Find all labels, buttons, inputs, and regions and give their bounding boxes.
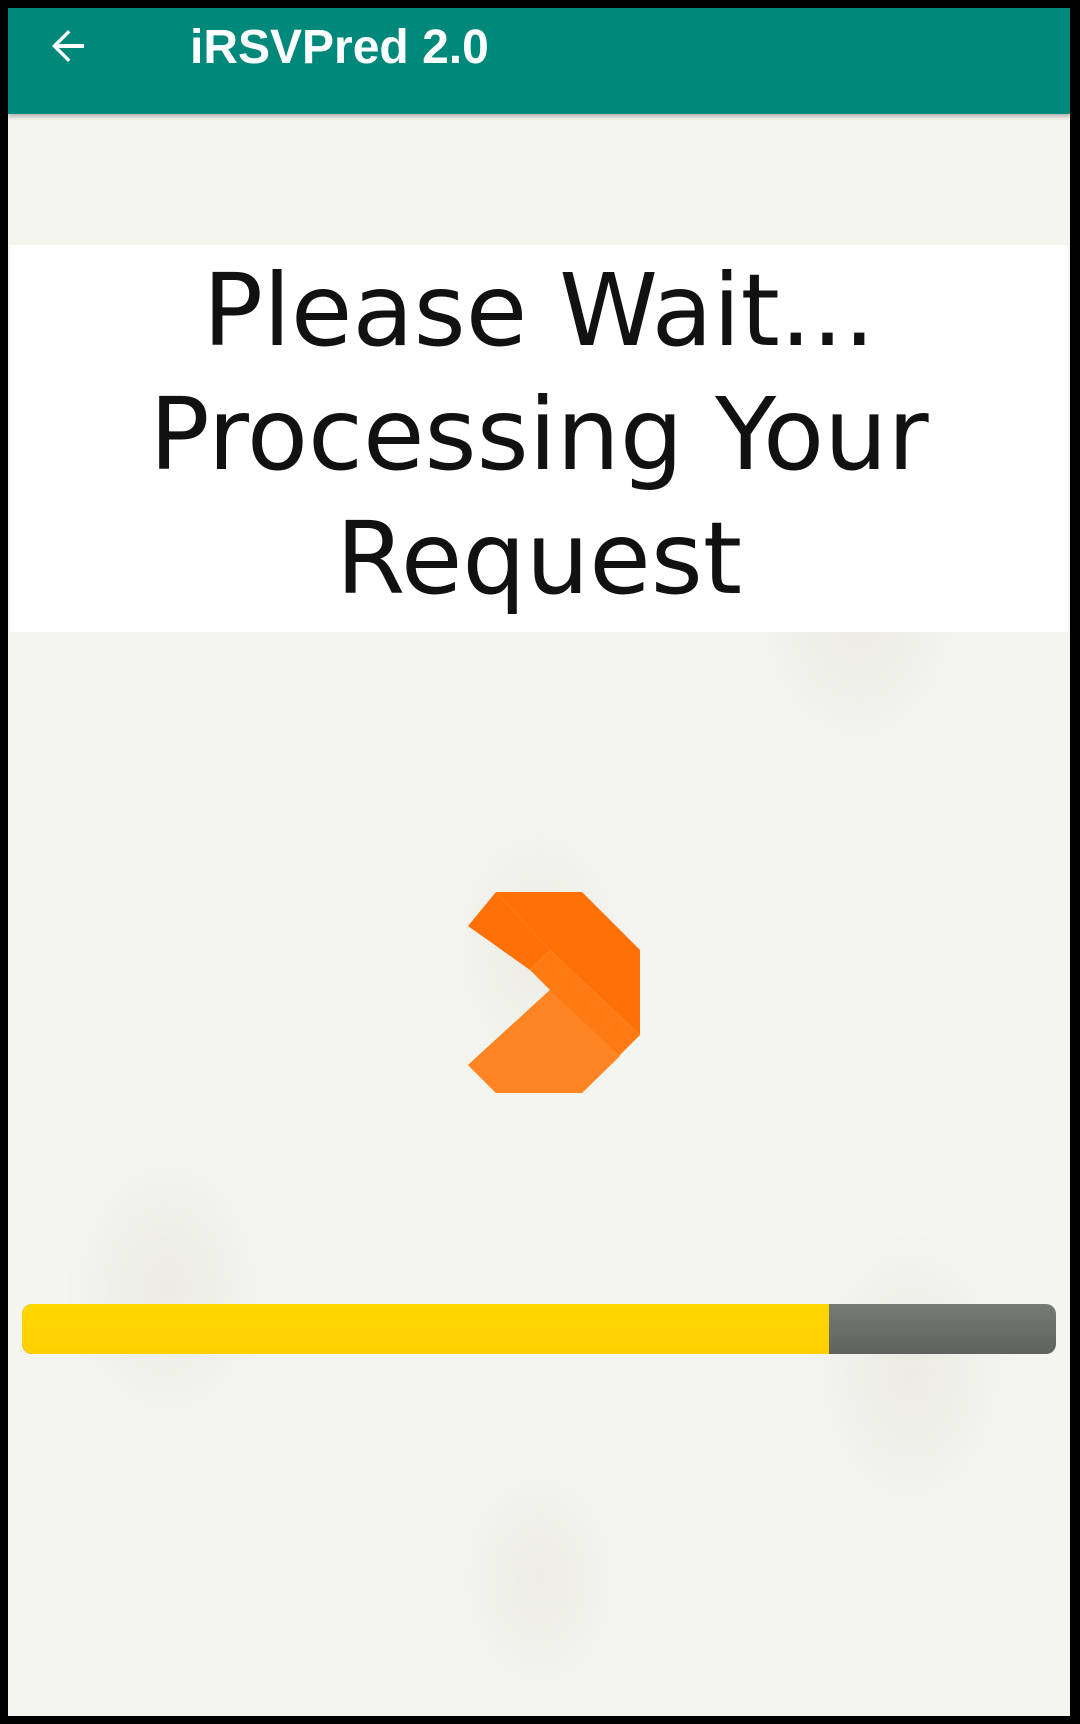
- status-message-line-1: Please Wait...: [202, 251, 876, 369]
- status-message-panel: Please Wait... Processing Your Request: [10, 245, 1068, 632]
- arrow-left-icon: [52, 30, 84, 62]
- loading-indicator: [468, 892, 648, 1102]
- status-message-line-2: Processing Your: [149, 375, 929, 493]
- back-button[interactable]: [34, 12, 102, 80]
- loading-chevron-icon: [468, 892, 640, 1093]
- progress-bar: [22, 1304, 1056, 1354]
- progress-bar-fill: [22, 1304, 829, 1354]
- app-bar: iRSVPred 2.0: [8, 8, 1070, 114]
- status-message-line-3: Request: [335, 499, 743, 617]
- app-title: iRSVPred 2.0: [190, 21, 489, 74]
- app-screen: iRSVPred 2.0 Please Wait... Processing Y…: [8, 8, 1070, 1716]
- status-message: Please Wait... Processing Your Request: [29, 249, 1049, 621]
